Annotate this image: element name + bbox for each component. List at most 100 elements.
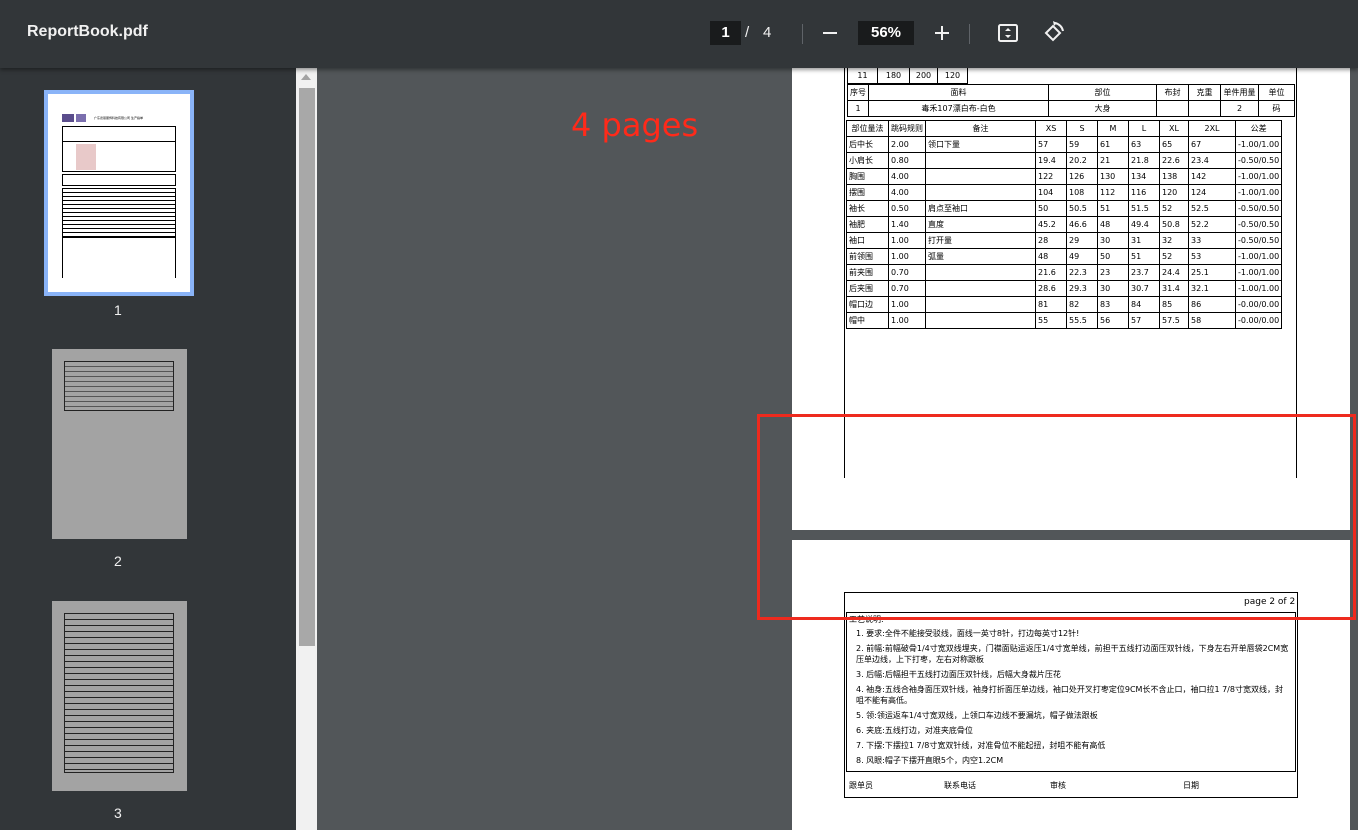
- fit-page-button[interactable]: [993, 18, 1023, 48]
- table-cell: 51.5: [1128, 200, 1160, 217]
- table-cell: 1.00: [888, 312, 926, 329]
- table-row: 袖肥 1.40 直度 45.2 46.6 48 49.4 50.8 52.2 -0.50/0.50: [846, 216, 1283, 233]
- table-cell: 126: [1066, 168, 1098, 185]
- note-item: 8. 风眼:帽子下摆开直眼5个，内空1.2CM: [856, 756, 1004, 765]
- table-cell: 2.00: [888, 136, 926, 153]
- table-cell: -1.00/1.00: [1234, 168, 1283, 185]
- table-cell: 81: [1035, 296, 1067, 313]
- table-cell: 116: [1128, 184, 1160, 201]
- table-cell: 53: [1188, 248, 1236, 265]
- table-cell: 23.7: [1128, 264, 1160, 281]
- table-cell: [925, 280, 1036, 297]
- zoom-in-button[interactable]: [927, 18, 957, 48]
- table-cell: 50: [1097, 248, 1129, 265]
- table-cell: 108: [1066, 184, 1098, 201]
- table-cell: 57: [1128, 312, 1160, 329]
- thumbnail-page-1[interactable]: 广东德丽服饰科技有限公司 生产指单: [44, 90, 194, 296]
- table-cell: 袖长: [846, 200, 889, 217]
- table-cell: 52: [1159, 248, 1189, 265]
- scrollbar-thumb[interactable]: [299, 88, 315, 646]
- table-cell: 48: [1035, 248, 1067, 265]
- table-cell: 帽中: [846, 312, 889, 329]
- table-cell: 58: [1188, 312, 1236, 329]
- table-cell: 122: [1035, 168, 1067, 185]
- table-cell: 52.5: [1188, 200, 1236, 217]
- page-total: 4: [763, 24, 772, 41]
- table-cell: -0.00/0.00: [1234, 312, 1283, 329]
- table-cell: -0.00/0.00: [1234, 296, 1283, 313]
- table-cell: 0.70: [888, 280, 926, 297]
- table-cell: 124: [1188, 184, 1236, 201]
- table-cell: 33: [1188, 232, 1236, 249]
- table-cell: 134: [1128, 168, 1160, 185]
- footer-label: 联系电话: [944, 781, 976, 790]
- zoom-input[interactable]: 56%: [858, 21, 914, 45]
- table-row: 袖口 1.00 打开量 28 29 30 31 32 33 -0.50/0.50: [846, 232, 1283, 249]
- table-cell: 28.6: [1035, 280, 1067, 297]
- table-cell: [925, 152, 1036, 169]
- toolbar: ReportBook.pdf 1 / 4 56%: [0, 0, 1358, 68]
- table-cell: 56: [1097, 312, 1129, 329]
- rotate-button[interactable]: [1038, 18, 1068, 48]
- table-cell: 61: [1097, 136, 1129, 153]
- page-number-input[interactable]: 1: [710, 21, 741, 45]
- document-title: ReportBook.pdf: [27, 23, 148, 40]
- table-cell: 85: [1159, 296, 1189, 313]
- fabric-table: 序号 面料 部位 布封 克重 单件用量 单位 1 毒禾107漂白布-白色 大身 …: [847, 84, 1295, 117]
- thumb-table: [62, 188, 176, 238]
- table-cell: 2XL: [1188, 120, 1236, 137]
- table-cell: 1.00: [888, 232, 926, 249]
- table-cell: 46.6: [1066, 216, 1098, 233]
- scroll-up-arrow-icon[interactable]: [301, 74, 311, 80]
- table-cell: 32: [1159, 232, 1189, 249]
- table-cell: -1.00/1.00: [1234, 136, 1283, 153]
- thumb-table: [64, 613, 174, 773]
- table-row: 帽口边 1.00 81 82 83 84 85 86 -0.00/0.00: [846, 296, 1283, 313]
- note-item: 4. 袖身:五线合袖身面压双针线，袖身打折面压单边线，袖口处开叉打枣定位9CM长…: [856, 685, 1283, 705]
- note-item: 7. 下摆:下摆拉1 7/8寸宽双针线，对准骨位不能起扭，封咀不能有高低: [856, 741, 1106, 750]
- table-cell: XL: [1159, 120, 1189, 137]
- table-cell: 104: [1035, 184, 1067, 201]
- table-cell: -0.50/0.50: [1234, 200, 1283, 217]
- zoom-out-button[interactable]: [815, 18, 845, 48]
- table-cell: 直度: [925, 216, 1036, 233]
- thumbnail-page-2[interactable]: [52, 349, 187, 539]
- table-cell: 1.00: [888, 248, 926, 265]
- table-cell: [925, 184, 1036, 201]
- table-cell: -1.00/1.00: [1234, 280, 1283, 297]
- table-cell: 67: [1188, 136, 1236, 153]
- thumb-table: [62, 174, 176, 186]
- table-cell: -0.50/0.50: [1234, 152, 1283, 169]
- table-cell: 52.2: [1188, 216, 1236, 233]
- table-header-row: 部位量法 跳码规则 备注 XS S M L XL 2XL 公差: [846, 120, 1283, 137]
- table-cell: 公差: [1234, 120, 1283, 137]
- table-cell: 23.4: [1188, 152, 1236, 169]
- thumbnail-label: 1: [114, 302, 122, 318]
- thumbnail-label: 3: [114, 805, 122, 821]
- table-cell: 120: [1159, 184, 1189, 201]
- table-cell: 49: [1066, 248, 1098, 265]
- footer-label: 跟单员: [849, 781, 873, 790]
- table-cell: 57.5: [1159, 312, 1189, 329]
- table-cell: 130: [1097, 168, 1129, 185]
- table-cell: 20.2: [1066, 152, 1098, 169]
- table-cell: 86: [1188, 296, 1236, 313]
- table-cell: 后中长: [846, 136, 889, 153]
- table-cell: 后夹围: [846, 280, 889, 297]
- table-cell: 30.7: [1128, 280, 1160, 297]
- table-cell: 30: [1097, 232, 1129, 249]
- table-cell: [925, 168, 1036, 185]
- table-cell: [925, 296, 1036, 313]
- table-cell: -0.50/0.50: [1234, 216, 1283, 233]
- table-cell: 142: [1188, 168, 1236, 185]
- table-cell: 63: [1128, 136, 1160, 153]
- table-cell: 25.1: [1188, 264, 1236, 281]
- table-cell: 0.70: [888, 264, 926, 281]
- rotate-icon: [1044, 21, 1064, 42]
- thumbnail-page-3[interactable]: [52, 601, 187, 791]
- table-cell: 52: [1159, 200, 1189, 217]
- table-row: 后夹围 0.70 28.6 29.3 30 30.7 31.4 32.1 -1.00/1.00: [846, 280, 1283, 297]
- table-cell: 胸围: [846, 168, 889, 185]
- table-cell: 前夹围: [846, 264, 889, 281]
- table-cell: S: [1066, 120, 1098, 137]
